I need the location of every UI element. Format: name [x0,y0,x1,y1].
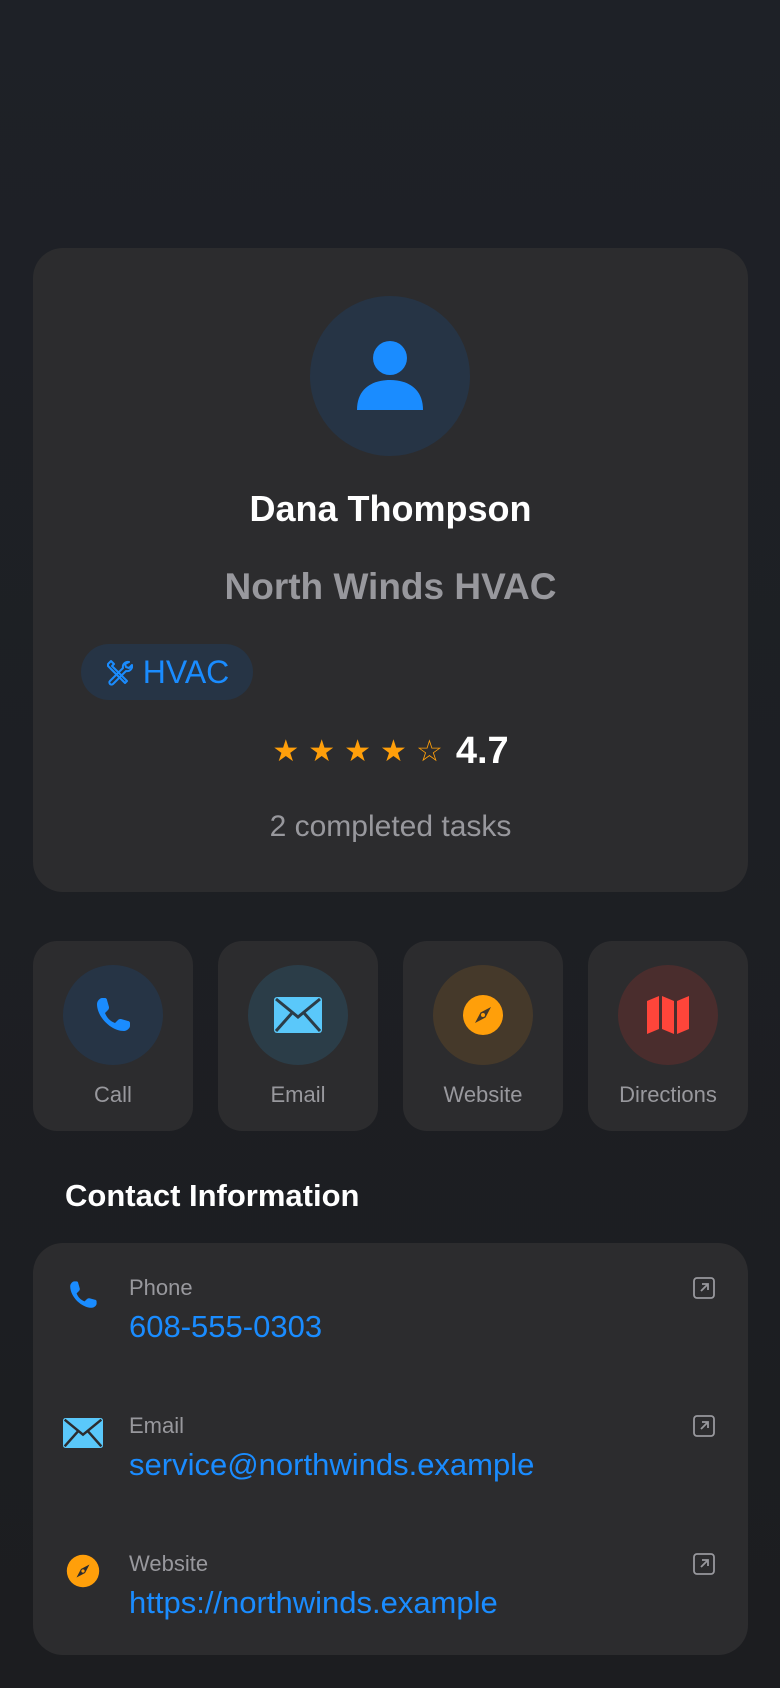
quick-actions: Call Email Website Directions [33,941,748,1131]
contact-name: Dana Thompson [249,488,532,529]
external-link-icon[interactable] [693,1553,715,1575]
company-name: North Winds HVAC [224,566,557,607]
directions-button-label: Directions [619,1082,717,1107]
website-link[interactable]: https://northwinds.example [129,1585,498,1621]
map-icon [647,996,689,1034]
contact-row-phone[interactable]: Phone 608-555-0303 [33,1243,748,1381]
phone-icon [97,998,130,1031]
contact-label: Website [129,1551,209,1576]
directions-button[interactable]: Directions [588,941,748,1131]
website-icon-circle [433,965,533,1065]
call-icon-circle [63,965,163,1065]
profile-card: Dana Thompson North Winds HVAC HVAC ★ ★ … [33,248,748,892]
contact-list: Phone 608-555-0303 Email service@northwi… [33,1243,748,1655]
rating: ★ ★ ★ ★ ☆ 4.7 [33,730,748,773]
star-icon: ★ [308,734,336,768]
rating-value: 4.7 [455,730,509,772]
call-button[interactable]: Call [33,941,193,1131]
star-outline-icon: ☆ [415,734,443,768]
contact-label: Phone [129,1275,193,1300]
external-link-icon[interactable] [693,1277,715,1299]
section-title: Contact Information [65,1178,360,1213]
star-icon: ★ [380,734,407,768]
email-link[interactable]: service@northwinds.example [129,1447,534,1483]
contact-label: Email [129,1413,185,1438]
email-button[interactable]: Email [218,941,378,1131]
completed-tasks: 2 completed tasks [269,810,512,843]
avatar [310,296,470,456]
directions-icon-circle [618,965,718,1065]
website-button[interactable]: Website [403,941,563,1131]
compass-icon [63,1551,103,1591]
call-button-label: Call [94,1082,132,1107]
category-tag[interactable]: HVAC [81,644,253,700]
contact-row-website[interactable]: Website https://northwinds.example [33,1519,748,1657]
person-icon [357,341,423,410]
tools-icon [106,660,133,686]
phone-icon [63,1275,103,1315]
compass-icon [463,995,503,1035]
star-icon: ★ [272,734,300,768]
envelope-icon [63,1413,103,1453]
envelope-icon [274,997,322,1033]
email-button-label: Email [270,1082,326,1107]
contact-row-email[interactable]: Email service@northwinds.example [33,1381,748,1519]
website-button-label: Website [443,1082,523,1107]
star-icon: ★ [344,734,372,768]
phone-link[interactable]: 608-555-0303 [129,1309,322,1345]
category-tag-label: HVAC [142,653,230,690]
external-link-icon[interactable] [693,1415,715,1437]
email-icon-circle [248,965,348,1065]
